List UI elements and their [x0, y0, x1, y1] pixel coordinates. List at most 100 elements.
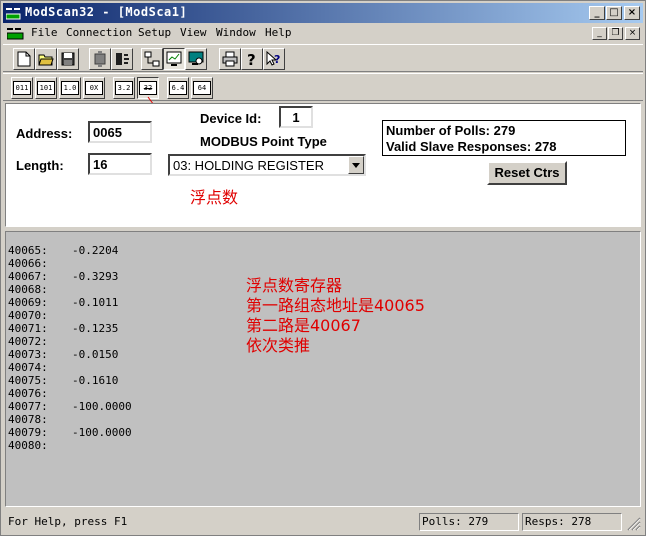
display-config-button[interactable]	[141, 48, 163, 70]
register-value: -0.1235	[72, 322, 119, 335]
context-help-button[interactable]: ?	[263, 48, 285, 70]
point-type-select[interactable]: 03: HOLDING REGISTER	[168, 154, 366, 176]
register-row[interactable]: 40076:	[8, 387, 72, 400]
reset-counters-button[interactable]: Reset Ctrs	[487, 161, 567, 185]
register-address: 40074:	[8, 361, 48, 374]
save-button[interactable]	[57, 48, 79, 70]
integer-format-icon: 1.0	[61, 81, 79, 95]
window-title: ModScan32 - [ModSca1]	[25, 5, 188, 19]
float-format-button[interactable]: 3.2	[113, 77, 135, 99]
mdi-restore-button[interactable]: ❐	[608, 27, 623, 40]
connect-button[interactable]	[89, 48, 111, 70]
register-row[interactable]: 40079: -100.0000	[8, 426, 132, 439]
double-format-button[interactable]: 6.4	[167, 77, 189, 99]
register-row[interactable]: 40067: -0.3293	[8, 270, 118, 283]
hex-format-button[interactable]: 0X	[83, 77, 105, 99]
title-bar[interactable]: ModScan32 - [ModSca1] _ □ ×	[3, 3, 643, 23]
annotation-line-4: 依次类推	[246, 336, 311, 355]
mdi-minimize-button[interactable]: _	[592, 27, 607, 40]
open-button[interactable]	[35, 48, 57, 70]
question-mark-icon: ?	[247, 51, 256, 67]
float-format-icon: 3.2	[115, 81, 133, 95]
data-view-icon	[166, 51, 182, 66]
annotation-line-1: 浮点数寄存器	[246, 276, 343, 295]
float-annotation: 浮点数	[190, 188, 239, 207]
close-button[interactable]: ×	[624, 6, 640, 20]
binary-format-icon: 011	[13, 81, 31, 95]
register-address: 40071:	[8, 322, 48, 335]
print-button[interactable]	[219, 48, 241, 70]
dropdown-arrow[interactable]	[348, 156, 364, 174]
polls-count: Number of Polls: 279	[386, 123, 516, 138]
display-data-button[interactable]	[163, 48, 185, 70]
register-row[interactable]: 40075: -0.1610	[8, 374, 118, 387]
register-address: 40075:	[8, 374, 48, 387]
register-row[interactable]: 40078:	[8, 413, 72, 426]
swapped-float-format-button[interactable]: 32	[137, 77, 159, 99]
device-id-input[interactable]: 1	[279, 106, 313, 128]
register-address: 40069:	[8, 296, 48, 309]
menu-help[interactable]: Help	[265, 26, 292, 39]
network-icon	[144, 51, 160, 67]
menu-view[interactable]: View	[180, 26, 207, 39]
status-bar: For Help, press F1 Polls: 279 Resps: 278	[3, 511, 643, 533]
register-address: 40073:	[8, 348, 48, 361]
decimal-format-button[interactable]: 101	[35, 77, 57, 99]
main-toolbar: ? ?	[3, 44, 643, 72]
double-format-icon: 6.4	[169, 81, 187, 95]
traffic-view-button[interactable]	[185, 48, 207, 70]
register-address: 40076:	[8, 387, 48, 400]
menu-connection[interactable]: Connection	[66, 26, 132, 39]
integer-format-button[interactable]: 1.0	[59, 77, 81, 99]
menu-file[interactable]: File	[31, 26, 58, 39]
resize-grip-icon[interactable]	[627, 517, 641, 531]
register-row[interactable]: 40077: -100.0000	[8, 400, 132, 413]
decimal-format-icon: 101	[37, 81, 55, 95]
document-icon[interactable]	[7, 28, 25, 40]
help-pointer-icon: ?	[266, 51, 280, 66]
device-id-label: Device Id:	[200, 111, 262, 126]
polls-status: Polls: 279	[419, 513, 519, 531]
point-type-label: MODBUS Point Type	[200, 134, 327, 149]
minimize-button[interactable]: _	[589, 6, 605, 20]
register-row[interactable]: 40072:	[8, 335, 72, 348]
register-row[interactable]: 40070:	[8, 309, 72, 322]
disconnect-button[interactable]	[111, 48, 133, 70]
length-input[interactable]: 16	[88, 153, 152, 175]
register-row[interactable]: 40071: -0.1235	[8, 322, 118, 335]
register-row[interactable]: 40069: -0.1011	[8, 296, 118, 309]
config-panel: Address: 0065 Length: 16 Device Id: 1 MO…	[5, 103, 641, 227]
binary-format-button[interactable]: 011	[11, 77, 33, 99]
register-row[interactable]: 40074:	[8, 361, 72, 374]
register-value: -100.0000	[72, 426, 132, 439]
register-row[interactable]: 40080:	[8, 439, 72, 452]
swapped-double-format-button[interactable]: 64	[191, 77, 213, 99]
open-folder-icon	[38, 54, 54, 66]
menu-setup[interactable]: Setup	[138, 26, 171, 39]
register-row[interactable]: 40065: -0.2204	[8, 244, 118, 257]
register-address: 40080:	[8, 439, 48, 452]
register-row[interactable]: 40066:	[8, 257, 72, 270]
register-address: 40065:	[8, 244, 48, 257]
chevron-down-icon	[352, 162, 360, 168]
register-address: 40079:	[8, 426, 48, 439]
point-type-value: 03: HOLDING REGISTER	[173, 158, 324, 173]
mdi-close-button[interactable]: ×	[625, 27, 640, 40]
new-button[interactable]	[13, 48, 35, 70]
register-address: 40072:	[8, 335, 48, 348]
menu-window[interactable]: Window	[216, 26, 256, 39]
register-row[interactable]: 40068:	[8, 283, 72, 296]
register-data-view[interactable]: 40065: -0.2204 40066: 40067: -0.3293 40068: 40…	[5, 231, 641, 507]
register-annotation: 浮点数寄存器 第一路组态地址是40065 第二路是40067 依次类推	[246, 276, 425, 356]
register-value: -0.1610	[72, 374, 119, 387]
format-toolbar: 011 101 1.0 0X 3.2 32 6.4 64	[3, 73, 643, 101]
printer-icon	[222, 51, 238, 67]
register-address: 40066:	[8, 257, 48, 270]
register-row[interactable]: 40073: -0.0150	[8, 348, 118, 361]
plug-icon	[94, 51, 106, 67]
address-input[interactable]: 0065	[88, 121, 152, 143]
register-address: 40070:	[8, 309, 48, 322]
maximize-button[interactable]: □	[606, 6, 622, 20]
about-button[interactable]: ?	[241, 48, 263, 70]
app-icon	[6, 8, 21, 20]
